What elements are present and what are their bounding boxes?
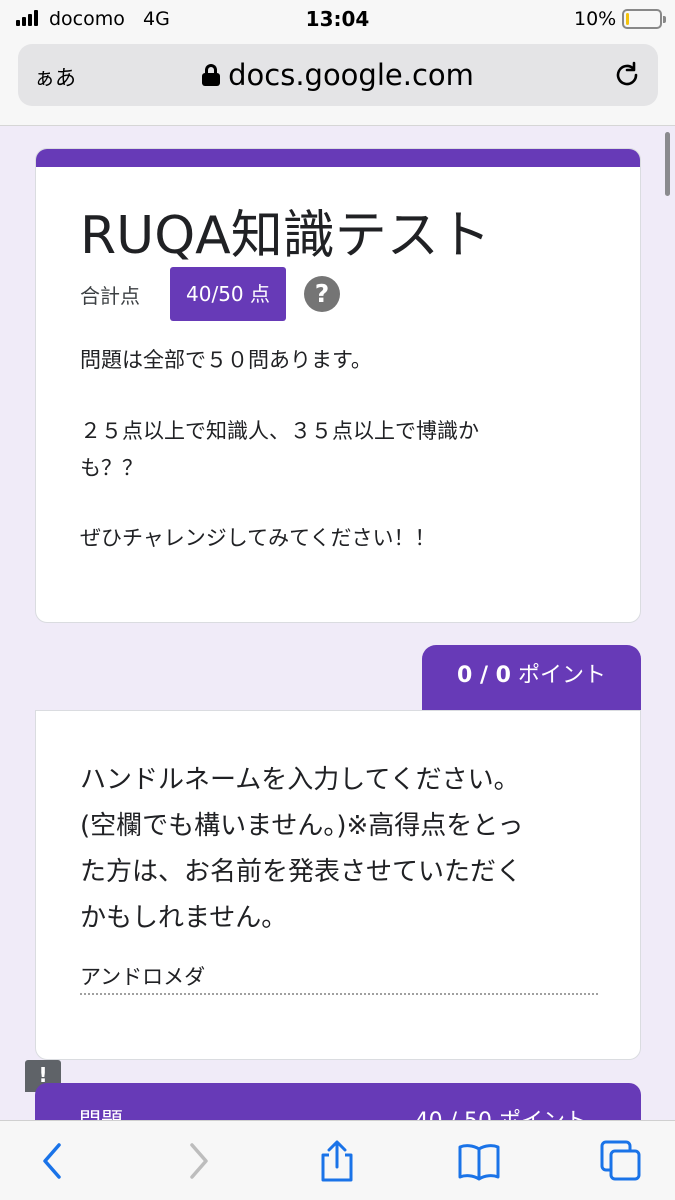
- question-card: ハンドルネームを入力してください。 (空欄でも構いません。)※高得点をとっ た方…: [35, 710, 641, 1060]
- address-bar[interactable]: ぁあ docs.google.com: [18, 44, 658, 106]
- battery-fill: [626, 13, 629, 25]
- url-display[interactable]: docs.google.com: [18, 58, 658, 92]
- reload-icon[interactable]: [612, 60, 642, 90]
- points-unit: ポイント: [517, 663, 606, 688]
- tabs-icon[interactable]: [599, 1139, 643, 1183]
- forward-icon[interactable]: [176, 1139, 220, 1183]
- status-bar: docomo 4G 13:04 10%: [0, 0, 675, 38]
- browser-chrome: ぁあ docs.google.com: [0, 38, 675, 126]
- bookmarks-icon[interactable]: [457, 1139, 501, 1183]
- scrollbar-thumb[interactable]: [665, 132, 670, 196]
- answer-underline: [80, 993, 598, 995]
- url-text: docs.google.com: [228, 58, 474, 92]
- description-line: も？？: [80, 456, 143, 480]
- accent-bar: [36, 149, 640, 167]
- browser-toolbar: [0, 1120, 675, 1200]
- question-text-line: ハンドルネームを入力してください。: [80, 765, 520, 795]
- help-icon[interactable]: ?: [304, 276, 340, 312]
- back-icon[interactable]: [31, 1139, 75, 1183]
- description-line: 問題は全部で５０問あります。: [80, 348, 372, 372]
- score-badge: 40/50 点: [170, 267, 286, 321]
- battery-icon: [622, 9, 666, 29]
- total-score-label: 合計点: [80, 284, 140, 308]
- form-title: RUQA知識テスト: [80, 206, 491, 266]
- form-header-card: RUQA知識テスト 合計点 40/50 点 ? 問題は全部で５０問あります。 ２…: [35, 148, 641, 623]
- question-text-line: (空欄でも構いません。)※高得点をとっ: [80, 811, 524, 841]
- answer-text: アンドロメダ: [80, 965, 206, 989]
- description-line: ２５点以上で知識人、３５点以上で博識か: [80, 419, 479, 443]
- points-tab: 0 / 0 ポイント: [422, 645, 641, 711]
- question-text-line: かもしれません。: [80, 903, 288, 933]
- battery-percent: 10%: [574, 8, 617, 30]
- description-line: ぜひチャレンジしてみてください！！: [80, 526, 436, 550]
- lock-icon: [202, 64, 221, 86]
- points-value: 0 / 0: [457, 663, 511, 688]
- share-icon[interactable]: [315, 1139, 359, 1183]
- question-text-line: た方は、お名前を発表させていただく: [80, 857, 523, 887]
